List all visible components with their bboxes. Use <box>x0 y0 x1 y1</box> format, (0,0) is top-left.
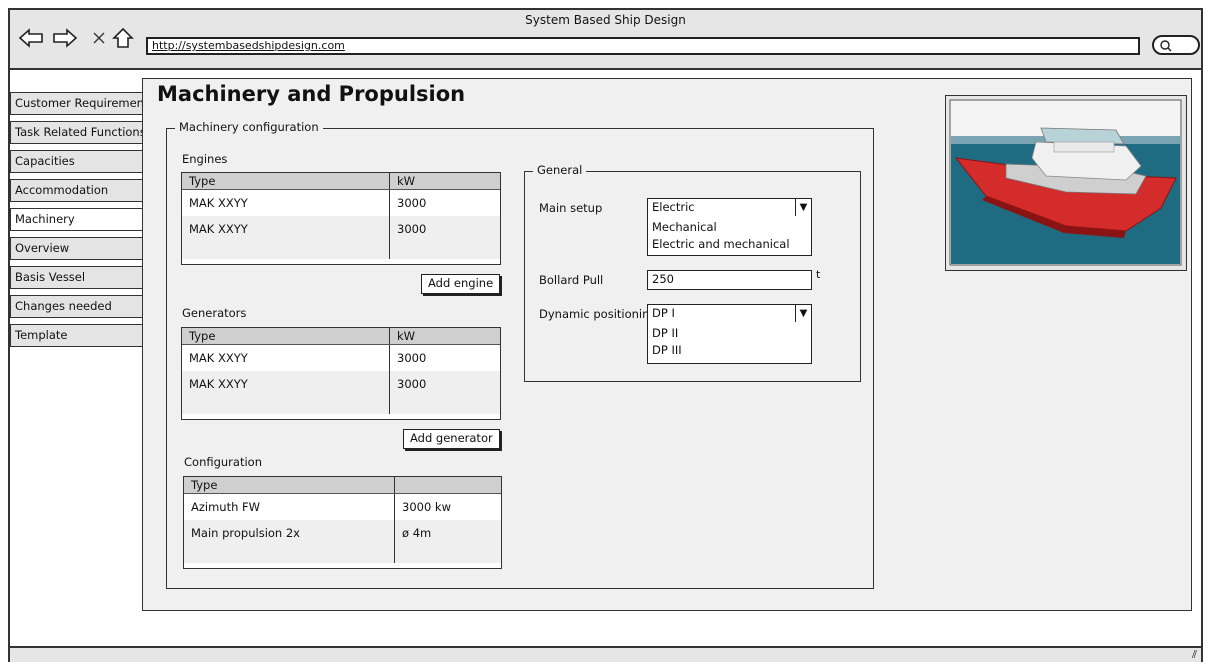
config-type-cell: Azimuth FW <box>184 494 395 520</box>
sidebar-item-label: Accommodation <box>15 183 109 197</box>
window-title: System Based Ship Design <box>525 13 686 27</box>
dynamic-positioning-option[interactable]: DP II <box>652 325 807 342</box>
chevron-down-icon[interactable]: ▼ <box>795 199 811 216</box>
generator-type-cell: MAK XXYY <box>182 345 390 371</box>
table-row[interactable]: MAK XXYY 3000 <box>182 216 500 242</box>
machinery-configuration-legend: Machinery configuration <box>175 120 323 134</box>
table-row[interactable]: MAK XXYY 3000 <box>182 371 500 397</box>
table-empty-row <box>182 397 500 414</box>
search-icon <box>1160 40 1172 52</box>
add-engine-button[interactable]: Add engine <box>421 274 501 294</box>
column-header-kw: kW <box>397 329 416 343</box>
table-empty-row <box>182 242 500 259</box>
engine-kw-cell: 3000 <box>397 222 427 236</box>
main-setup-option[interactable]: Mechanical <box>652 219 807 236</box>
sidebar-item-label: Capacities <box>15 154 75 168</box>
column-header-value <box>395 477 402 493</box>
table-row[interactable]: MAK XXYY 3000 <box>182 190 500 216</box>
sidebar-item-overview[interactable]: Overview <box>10 237 144 260</box>
engine-type-cell: MAK XXYY <box>182 216 390 242</box>
engines-label: Engines <box>182 152 228 166</box>
table-header: Type kW <box>182 173 500 190</box>
engine-type-cell: MAK XXYY <box>182 190 390 216</box>
page-title: Machinery and Propulsion <box>157 82 466 106</box>
ship-image <box>945 95 1187 271</box>
sidebar-item-template[interactable]: Template <box>10 324 144 347</box>
main-setup-label: Main setup <box>539 201 603 215</box>
main-setup-selected: Electric <box>652 200 695 214</box>
engines-table: Type kW MAK XXYY 3000 MAK XXYY 3000 <box>181 172 501 265</box>
generators-table: Type kW MAK XXYY 3000 MAK XXYY 3000 <box>181 327 501 420</box>
table-empty-row <box>184 546 501 563</box>
generators-label: Generators <box>182 306 247 320</box>
dynamic-positioning-options: DP II DP III <box>647 323 812 364</box>
sidebar-item-label: Overview <box>15 241 70 255</box>
config-value-cell: ø 4m <box>402 526 432 540</box>
url-bar[interactable]: http://systembasedshipdesign.com <box>146 37 1140 55</box>
sidebar-item-machinery[interactable]: Machinery <box>10 208 146 231</box>
main-setup-option[interactable]: Electric and mechanical <box>652 236 807 253</box>
bollard-pull-label: Bollard Pull <box>539 273 604 287</box>
sidebar-item-customer-requirements[interactable]: Customer Requirements <box>10 92 144 115</box>
browser-chrome: System Based Ship Design http://systemba… <box>10 10 1201 70</box>
table-header: Type <box>184 477 501 494</box>
config-type-cell: Main propulsion 2x <box>184 520 395 546</box>
config-value-cell: 3000 kw <box>402 500 451 514</box>
sidebar: Customer Requirements Task Related Funct… <box>10 92 146 353</box>
generator-kw-cell: 3000 <box>397 351 427 365</box>
forward-arrow-icon[interactable] <box>52 27 78 49</box>
status-bar: ⫽ <box>10 646 1201 662</box>
table-row[interactable]: Main propulsion 2x ø 4m <box>184 520 501 546</box>
dynamic-positioning-label: Dynamic positioning <box>539 307 657 321</box>
sidebar-item-label: Customer Requirements <box>15 96 144 110</box>
sidebar-item-basis-vessel[interactable]: Basis Vessel <box>10 266 144 289</box>
table-row[interactable]: MAK XXYY 3000 <box>182 345 500 371</box>
configuration-table: Type Azimuth FW 3000 kw Main propulsion … <box>183 476 502 569</box>
main-setup-options: Mechanical Electric and mechanical <box>647 217 812 256</box>
main-setup-select[interactable]: Electric ▼ <box>647 198 812 218</box>
column-header-type: Type <box>184 477 395 493</box>
resize-grip-icon[interactable]: ⫽ <box>1192 648 1197 662</box>
sidebar-item-label: Basis Vessel <box>15 270 86 284</box>
search-field[interactable] <box>1152 35 1200 55</box>
general-legend: General <box>533 163 587 177</box>
sidebar-item-label: Task Related Functions <box>15 125 144 139</box>
dynamic-positioning-option[interactable]: DP III <box>652 342 807 359</box>
dynamic-positioning-select[interactable]: DP I ▼ <box>647 304 812 324</box>
sidebar-item-changes-needed[interactable]: Changes needed <box>10 295 144 318</box>
table-header: Type kW <box>182 328 500 345</box>
generator-type-cell: MAK XXYY <box>182 371 390 397</box>
home-icon[interactable] <box>110 27 136 49</box>
dynamic-positioning-selected: DP I <box>652 306 675 320</box>
close-icon[interactable] <box>86 27 112 49</box>
back-arrow-icon[interactable] <box>18 27 44 49</box>
chevron-down-icon[interactable]: ▼ <box>795 305 811 322</box>
engine-kw-cell: 3000 <box>397 196 427 210</box>
sidebar-item-capacities[interactable]: Capacities <box>10 150 144 173</box>
sidebar-item-label: Machinery <box>15 212 75 226</box>
configuration-label: Configuration <box>184 455 262 469</box>
column-header-type: Type <box>182 173 390 189</box>
column-header-kw: kW <box>397 174 416 188</box>
generator-kw-cell: 3000 <box>397 377 427 391</box>
bollard-pull-input[interactable]: 250 <box>647 270 812 290</box>
sidebar-item-label: Template <box>15 328 68 342</box>
sidebar-item-label: Changes needed <box>15 299 112 313</box>
table-row[interactable]: Azimuth FW 3000 kw <box>184 494 501 520</box>
column-header-type: Type <box>182 328 390 344</box>
bollard-pull-unit: t <box>816 268 821 281</box>
sidebar-item-accommodation[interactable]: Accommodation <box>10 179 144 202</box>
ship-render-image <box>946 96 1185 269</box>
add-generator-button[interactable]: Add generator <box>403 429 500 449</box>
sidebar-item-task-related-functions[interactable]: Task Related Functions <box>10 121 144 144</box>
